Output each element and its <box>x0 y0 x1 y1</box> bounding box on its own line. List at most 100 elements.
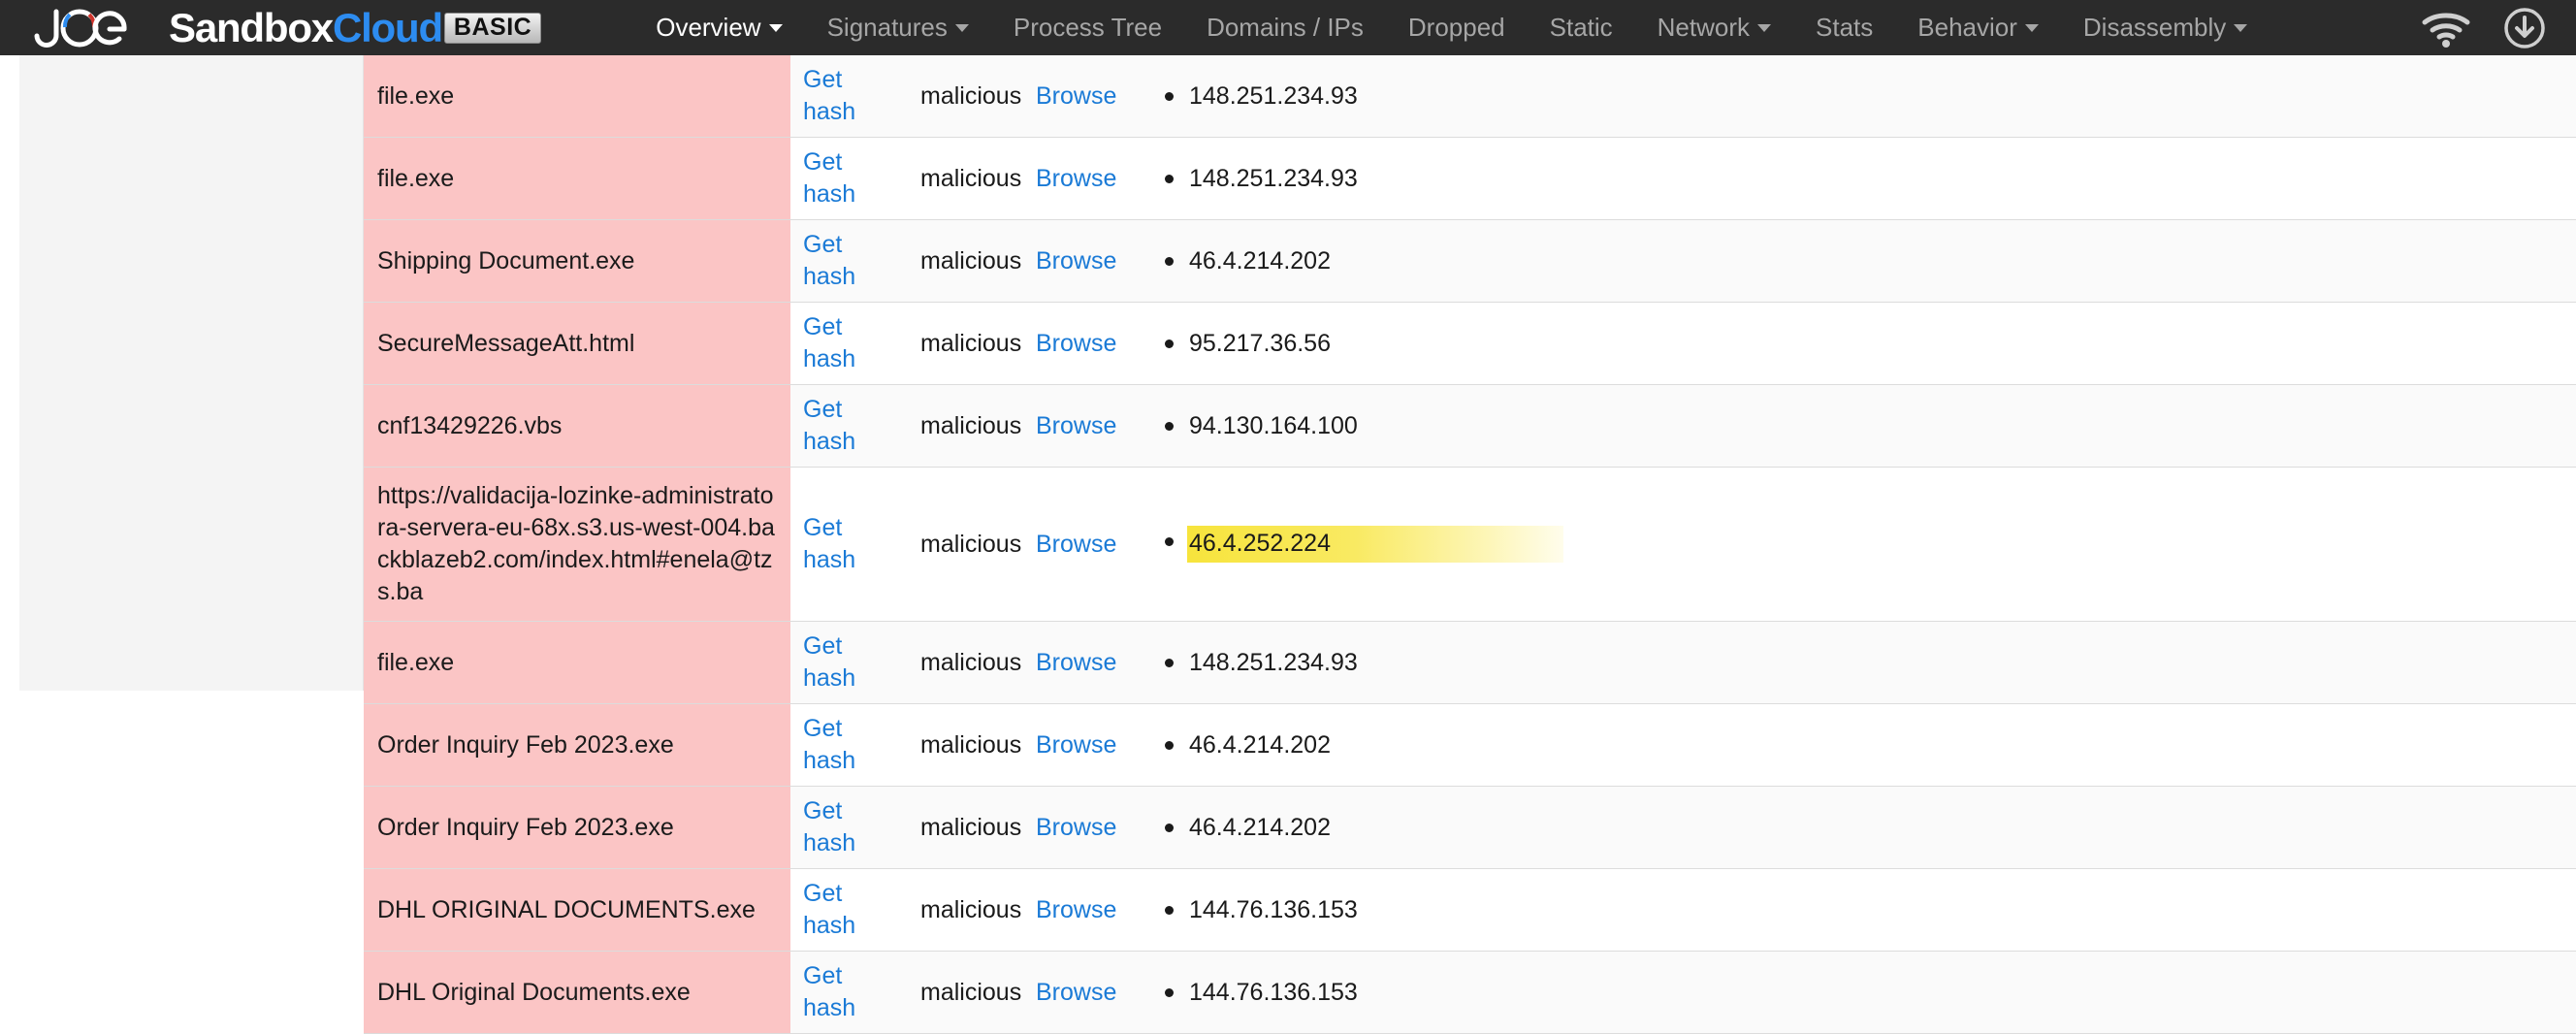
bullet-icon <box>1165 339 1174 348</box>
nav-item-dropped[interactable]: Dropped <box>1386 7 1528 48</box>
table-row: file.exe Get hash malicious Browse 148.251.2… <box>364 621 2576 704</box>
get-hash-link[interactable]: Get hash <box>803 715 855 774</box>
cell-ip: 46.4.214.202 <box>1142 219 2576 303</box>
cell-verdict: malicious <box>907 302 1023 385</box>
table-row: Shipping Document.exe Get hash malicious Br… <box>364 219 2576 303</box>
cell-sample-name: https://validacija-lozinke-administrator… <box>364 467 790 622</box>
bullet-icon <box>1165 256 1174 266</box>
ip-address: 148.251.234.93 <box>1189 648 1358 676</box>
ip-address: 144.76.136.153 <box>1189 895 1358 923</box>
cell-ip: 46.4.214.202 <box>1142 786 2576 869</box>
browse-link[interactable]: Browse <box>1036 531 1116 558</box>
cell-verdict: malicious <box>907 868 1023 952</box>
ip-address: 144.76.136.153 <box>1189 978 1358 1006</box>
antenna-signal-icon[interactable] <box>2421 9 2471 48</box>
nav-item-stats[interactable]: Stats <box>1793 7 1895 48</box>
nav-item-static[interactable]: Static <box>1528 7 1635 48</box>
nav-item-process-tree[interactable]: Process Tree <box>991 7 1184 48</box>
table-row: file.exe Get hash malicious Browse 148.251.2… <box>364 137 2576 220</box>
logo-text-sandbox: Sandbox <box>169 4 334 50</box>
cell-sample-name: Shipping Document.exe <box>364 219 790 303</box>
bullet-icon <box>1165 987 1174 997</box>
bullet-icon <box>1165 91 1174 101</box>
table-row: https://validacija-lozinke-administrator… <box>364 467 2576 622</box>
chevron-down-icon <box>954 23 969 32</box>
cell-browse: Browse <box>1023 137 1142 220</box>
cell-sample-name: file.exe <box>364 621 790 704</box>
ip-address: 95.217.36.56 <box>1189 329 1331 357</box>
nav-item-network[interactable]: Network <box>1635 7 1793 48</box>
get-hash-link[interactable]: Get hash <box>803 632 855 692</box>
cell-verdict: malicious <box>907 384 1023 468</box>
cell-hash: Get hash <box>790 703 907 787</box>
browse-link[interactable]: Browse <box>1036 82 1116 110</box>
cell-sample-name: cnf13429226.vbs <box>364 384 790 468</box>
nav-label: Behavior <box>1917 13 2017 42</box>
browse-link[interactable]: Browse <box>1036 896 1116 923</box>
cell-browse: Browse <box>1023 868 1142 952</box>
cell-browse: Browse <box>1023 951 1142 1034</box>
cell-hash: Get hash <box>790 467 907 622</box>
get-hash-link[interactable]: Get hash <box>803 880 855 939</box>
nav-label: Stats <box>1816 13 1874 42</box>
ip-address: 94.130.164.100 <box>1189 411 1358 439</box>
cell-verdict: malicious <box>907 703 1023 787</box>
get-hash-link[interactable]: Get hash <box>803 313 855 372</box>
nav-item-overview[interactable]: Overview <box>633 7 804 48</box>
browse-link[interactable]: Browse <box>1036 165 1116 192</box>
cell-verdict: malicious <box>907 137 1023 220</box>
cell-sample-name: DHL Original Documents.exe <box>364 951 790 1034</box>
left-sidebar-gutter <box>19 55 364 691</box>
nav-item-domains-ips[interactable]: Domains / IPs <box>1184 7 1386 48</box>
get-hash-link[interactable]: Get hash <box>803 66 855 125</box>
bullet-icon <box>1165 537 1174 546</box>
get-hash-link[interactable]: Get hash <box>803 962 855 1021</box>
nav-item-disassembly[interactable]: Disassembly <box>2061 7 2270 48</box>
browse-link[interactable]: Browse <box>1036 330 1116 357</box>
download-icon[interactable] <box>2502 6 2547 50</box>
ip-address: 148.251.234.93 <box>1189 164 1358 192</box>
browse-link[interactable]: Browse <box>1036 979 1116 1006</box>
cell-browse: Browse <box>1023 384 1142 468</box>
ip-address: 46.4.214.202 <box>1189 246 1331 275</box>
get-hash-link[interactable]: Get hash <box>803 148 855 208</box>
browse-link[interactable]: Browse <box>1036 412 1116 439</box>
chevron-down-icon <box>768 23 783 32</box>
cell-sample-name: DHL ORIGINAL DOCUMENTS.exe <box>364 868 790 952</box>
cell-ip: 95.217.36.56 <box>1142 302 2576 385</box>
browse-link[interactable]: Browse <box>1036 731 1116 759</box>
bullet-icon <box>1165 823 1174 832</box>
table-row: DHL Original Documents.exe Get hash malici… <box>364 951 2576 1034</box>
cell-hash: Get hash <box>790 621 907 704</box>
get-hash-link[interactable]: Get hash <box>803 231 855 290</box>
chevron-down-icon <box>2024 23 2039 32</box>
cell-browse: Browse <box>1023 55 1142 138</box>
app-logo[interactable]: SandboxCloud BASIC <box>23 0 542 55</box>
ip-address: 148.251.234.93 <box>1189 81 1358 110</box>
browse-link[interactable]: Browse <box>1036 247 1116 275</box>
get-hash-link[interactable]: Get hash <box>803 514 855 573</box>
cell-sample-name: Order Inquiry Feb 2023.exe <box>364 786 790 869</box>
browse-link[interactable]: Browse <box>1036 814 1116 841</box>
get-hash-link[interactable]: Get hash <box>803 396 855 455</box>
table-row: Order Inquiry Feb 2023.exe Get hash malici… <box>364 786 2576 869</box>
cell-ip: 148.251.234.93 <box>1142 621 2576 704</box>
bullet-icon <box>1165 174 1174 183</box>
cell-verdict: malicious <box>907 786 1023 869</box>
cell-ip: 144.76.136.153 <box>1142 951 2576 1034</box>
nav-item-signatures[interactable]: Signatures <box>805 7 991 48</box>
cell-sample-name: SecureMessageAtt.html <box>364 302 790 385</box>
bullet-icon <box>1165 658 1174 667</box>
nav-label: Dropped <box>1407 13 1505 42</box>
cell-verdict: malicious <box>907 55 1023 138</box>
browse-link[interactable]: Browse <box>1036 649 1116 676</box>
cell-browse: Browse <box>1023 219 1142 303</box>
table-row: Order Inquiry Feb 2023.exe Get hash malici… <box>364 703 2576 787</box>
cell-hash: Get hash <box>790 951 907 1034</box>
nav-item-behavior[interactable]: Behavior <box>1895 7 2061 48</box>
cell-hash: Get hash <box>790 868 907 952</box>
bullet-icon <box>1165 905 1174 915</box>
cell-hash: Get hash <box>790 384 907 468</box>
cell-browse: Browse <box>1023 302 1142 385</box>
get-hash-link[interactable]: Get hash <box>803 797 855 856</box>
